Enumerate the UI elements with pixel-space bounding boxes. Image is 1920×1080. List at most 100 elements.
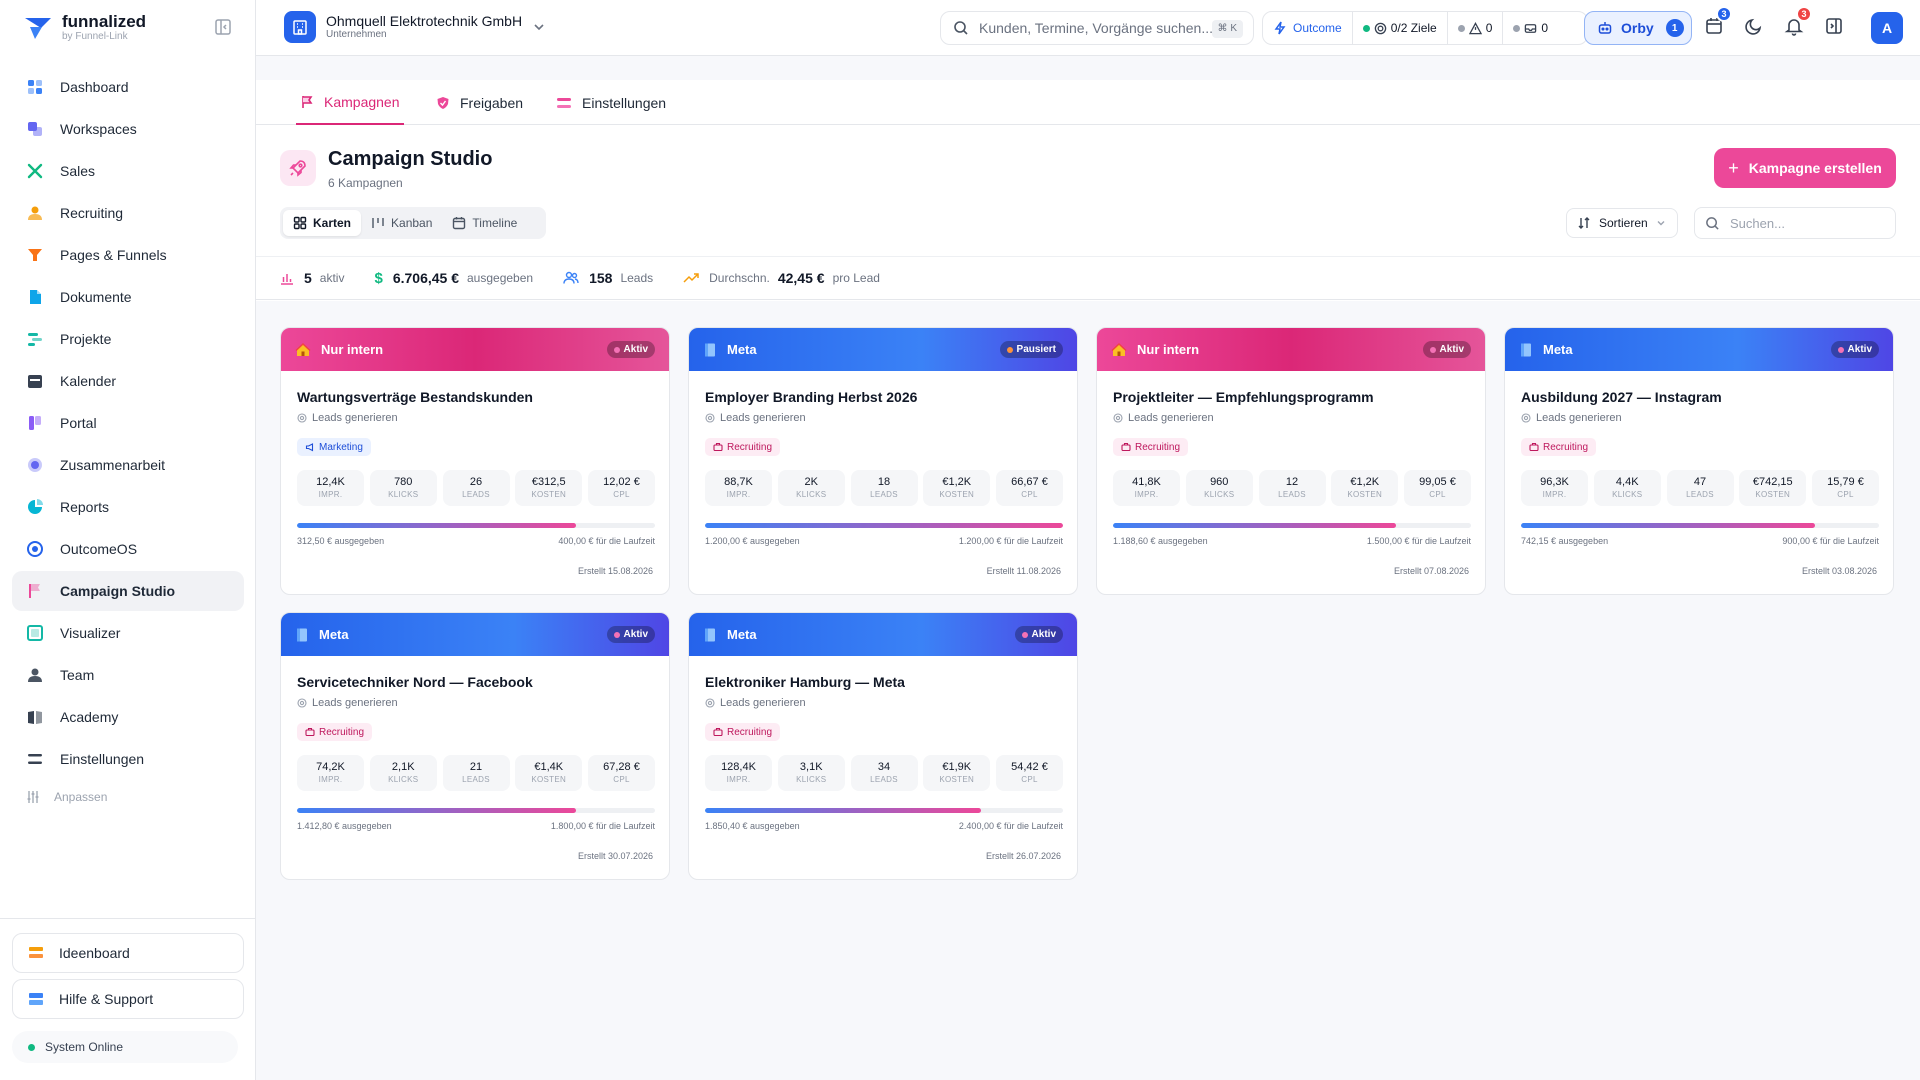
view-timeline-label: Timeline: [472, 216, 518, 230]
metric-label: CPL: [1429, 490, 1446, 499]
view-timeline-button[interactable]: Timeline: [442, 210, 527, 236]
sidebar-item-outcomeos[interactable]: OutcomeOS: [12, 529, 244, 569]
stat-average-value: 42,45 €: [777, 270, 825, 286]
metric-value: €742,15: [1752, 476, 1793, 488]
campaign-card[interactable]: Nur intern Aktiv Wartungsverträge Bestan…: [280, 327, 670, 595]
sort-dropdown[interactable]: Sortieren: [1566, 208, 1678, 238]
sidebar-item-workspaces[interactable]: Workspaces: [12, 109, 244, 149]
inbox-icon: [1525, 23, 1537, 33]
sidebar-item-projekte[interactable]: Projekte: [12, 319, 244, 359]
budget-progress-fill: [1113, 523, 1396, 528]
house-icon: [295, 342, 311, 356]
campaign-created-date: Erstellt 07.08.2026: [1393, 566, 1469, 576]
metric-label: KLICKS: [796, 775, 827, 784]
customize-sidebar-button[interactable]: Anpassen: [12, 781, 244, 813]
metric-value: 2,1K: [391, 761, 415, 773]
campaign-title[interactable]: Servicetechniker Nord — Facebook: [297, 674, 533, 690]
campaign-card[interactable]: Meta Aktiv Servicetechniker Nord — Faceb…: [280, 612, 670, 880]
collapse-sidebar-icon[interactable]: [214, 18, 234, 38]
campaign-card[interactable]: Meta Aktiv Elektroniker Hamburg — Meta L…: [688, 612, 1078, 880]
tab-einstellungen[interactable]: Einstellungen: [552, 80, 670, 125]
reports-icon: [28, 499, 43, 514]
budget-progress-fill: [1521, 523, 1815, 528]
orby-assistant-button[interactable]: Orby 1: [1584, 11, 1692, 45]
campaign-title[interactable]: Projektleiter — Empfehlungsprogramm: [1113, 389, 1374, 405]
campaign-created-date: Erstellt 30.07.2026: [577, 851, 653, 861]
sidebar-item-portal[interactable]: Portal: [12, 403, 244, 443]
campaign-search-input[interactable]: Suchen...: [1694, 207, 1896, 239]
organization-switcher[interactable]: Ohmquell Elektrotechnik GmbH Unternehmen: [284, 11, 546, 43]
status-badge: Aktiv: [606, 341, 655, 358]
calendar-icon: [453, 217, 466, 230]
brand-name: funnalized: [62, 12, 147, 31]
messages-dot-icon: [1513, 24, 1521, 32]
calendar-button[interactable]: 3: [1704, 6, 1732, 38]
lightning-icon: [1274, 21, 1286, 35]
warnings-indicator[interactable]: 0: [1448, 12, 1504, 44]
metric-label: LEADS: [462, 775, 490, 784]
metric-value: 3,1K: [799, 761, 823, 773]
view-kanban-button[interactable]: Kanban: [361, 210, 442, 236]
sidebar-item-zusammenarbeit[interactable]: Zusammenarbeit: [12, 445, 244, 485]
robot-icon: [1598, 22, 1612, 34]
notifications-button[interactable]: 3: [1784, 6, 1812, 38]
panel-toggle-button[interactable]: [1824, 16, 1846, 38]
sidebar-item-kalender[interactable]: Kalender: [12, 361, 244, 401]
dark-mode-toggle[interactable]: [1744, 16, 1766, 38]
brand-logo[interactable]: funnalized by Funnel-Link: [24, 12, 146, 44]
sidebar-item-sales[interactable]: Sales: [12, 151, 244, 191]
sidebar-item-label: Portal: [60, 415, 97, 431]
collaboration-icon: [28, 458, 42, 472]
sliders-icon: [27, 791, 39, 803]
budget-spent: 1.200,00 € ausgegeben: [705, 536, 800, 546]
documents-icon: [30, 290, 41, 304]
sidebar-item-dashboard[interactable]: Dashboard: [12, 67, 244, 107]
campaign-title[interactable]: Elektroniker Hamburg — Meta: [705, 674, 905, 690]
status-badge: Aktiv: [1422, 341, 1471, 358]
stat-spent-value: 6.706,45 €: [392, 270, 459, 286]
campaign-title[interactable]: Employer Branding Herbst 2026: [705, 389, 917, 405]
sidebar-item-einstellungen[interactable]: Einstellungen: [12, 739, 244, 779]
campaign-metrics: 12,4K IMPR. 780 KLICKS 26 LEADS €312,5 K…: [297, 470, 655, 506]
sidebar-item-pages-funnels[interactable]: Pages & Funnels: [12, 235, 244, 275]
tab-freigaben[interactable]: Freigaben: [432, 80, 527, 125]
campaign-card[interactable]: Nur intern Aktiv Projektleiter — Empfehl…: [1096, 327, 1486, 595]
card-header: Nur intern Aktiv: [1097, 328, 1485, 371]
briefcase-icon: [305, 727, 315, 737]
tab-kampagnen[interactable]: Kampagnen: [296, 80, 404, 125]
campaign-card[interactable]: Meta Pausiert Employer Branding Herbst 2…: [688, 327, 1078, 595]
sidebar-item-visualizer[interactable]: Visualizer: [12, 613, 244, 653]
help-support-button[interactable]: Hilfe & Support: [12, 979, 244, 1019]
budget-progress-fill: [297, 523, 577, 528]
view-cards-button[interactable]: Karten: [283, 210, 362, 236]
target-icon: [705, 413, 715, 423]
status-badge: Pausiert: [999, 341, 1063, 358]
sidebar-item-academy[interactable]: Academy: [12, 697, 244, 737]
outcome-button[interactable]: Outcome: [1263, 12, 1353, 44]
user-avatar[interactable]: A: [1871, 12, 1903, 44]
campaign-goal: Leads generieren: [705, 697, 806, 709]
messages-indicator[interactable]: 0: [1503, 12, 1558, 44]
metric-cost: €312,5 KOSTEN: [515, 470, 583, 506]
sidebar-item-campaign-studio[interactable]: Campaign Studio: [12, 571, 244, 611]
sidebar-item-reports[interactable]: Reports: [12, 487, 244, 527]
metric-cost: €1,2K KOSTEN: [1331, 470, 1399, 506]
goals-indicator[interactable]: 0/2 Ziele: [1353, 12, 1448, 44]
metric-impressions: 12,4K IMPR.: [297, 470, 364, 506]
campaign-title[interactable]: Wartungsverträge Bestandskunden: [297, 389, 533, 405]
notifications-badge: 3: [1796, 6, 1812, 22]
ideaboard-button[interactable]: Ideenboard: [12, 933, 244, 973]
sidebar-item-dokumente[interactable]: Dokumente: [12, 277, 244, 317]
sidebar-item-label: Dashboard: [60, 79, 129, 95]
campaign-title[interactable]: Ausbildung 2027 — Instagram: [1521, 389, 1722, 405]
campaign-card[interactable]: Meta Aktiv Ausbildung 2027 — Instagram L…: [1504, 327, 1894, 595]
warnings-value: 0: [1485, 21, 1493, 35]
sidebar-item-team[interactable]: Team: [12, 655, 244, 695]
campaign-channel: Meta: [727, 627, 757, 642]
campaign-metrics: 96,3K IMPR. 4,4K KLICKS 47 LEADS €742,15…: [1521, 470, 1879, 506]
budget-total: 1.500,00 € für die Laufzeit: [1366, 536, 1471, 546]
global-search-input[interactable]: Kunden, Termine, Vorgänge suchen... ⌘ K: [940, 11, 1254, 45]
sidebar-item-recruiting[interactable]: Recruiting: [12, 193, 244, 233]
metric-label: IMPR.: [318, 775, 343, 784]
create-campaign-button[interactable]: + Kampagne erstellen: [1714, 148, 1896, 188]
